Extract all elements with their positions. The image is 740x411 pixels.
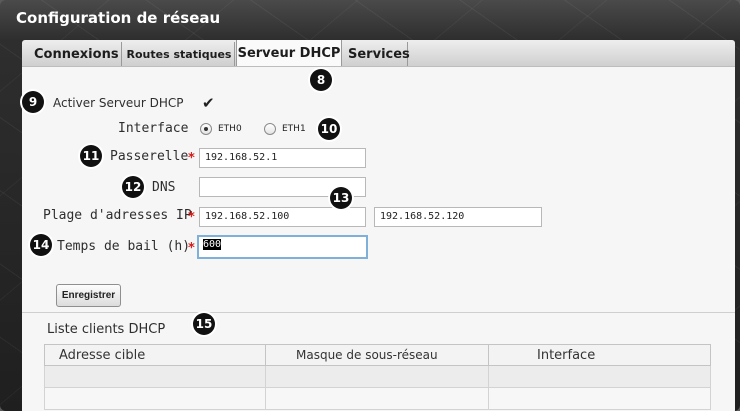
- table-cell: [488, 387, 711, 410]
- column-interface[interactable]: Interface: [488, 344, 711, 366]
- table-cell: [265, 387, 489, 410]
- enable-dhcp-label: Activer Serveur DHCP: [53, 96, 184, 110]
- tab-connexions[interactable]: Connexions: [26, 42, 122, 66]
- table-cell: [44, 387, 266, 410]
- window-title: Configuration de réseau: [16, 9, 221, 27]
- dns-label: DNS: [152, 180, 176, 195]
- lease-required-mark: *: [188, 241, 195, 256]
- ip-range-start-input[interactable]: 192.168.52.100: [199, 207, 366, 227]
- lease-time-label: Temps de bail (h): [57, 239, 191, 254]
- ip-range-label: Plage d'adresses IP: [43, 208, 192, 223]
- lease-time-value: 600: [203, 239, 222, 250]
- callout-badge-8: 8: [310, 69, 332, 91]
- gateway-input[interactable]: 192.168.52.1: [199, 148, 366, 168]
- ip-range-end-input[interactable]: 192.168.52.120: [374, 207, 542, 227]
- table-cell: [488, 365, 711, 388]
- eth1-radio[interactable]: [264, 123, 276, 135]
- table-row[interactable]: [44, 365, 711, 388]
- callout-badge-11: 11: [80, 145, 102, 167]
- save-button[interactable]: Enregistrer: [56, 284, 121, 307]
- interface-label: Interface: [118, 121, 189, 136]
- tab-routes-statiques[interactable]: Routes statiques: [124, 42, 235, 66]
- gateway-required-mark: *: [188, 151, 195, 166]
- callout-badge-14: 14: [30, 234, 52, 256]
- eth0-radio[interactable]: [200, 123, 212, 135]
- tab-services[interactable]: Services: [342, 42, 410, 66]
- dhcp-clients-table: Adresse cible Masque de sous-réseau Inte…: [44, 344, 711, 410]
- table-cell: [44, 365, 266, 388]
- enable-dhcp-checkbox[interactable]: ✔: [202, 96, 216, 111]
- dhcp-clients-title: Liste clients DHCP: [47, 322, 166, 337]
- callout-badge-10: 10: [318, 118, 340, 140]
- table-row[interactable]: [44, 387, 711, 410]
- gateway-label: Passerelle: [110, 149, 189, 164]
- section-divider: [22, 312, 735, 313]
- column-subnet-mask[interactable]: Masque de sous-réseau: [265, 344, 489, 366]
- table-header-row: Adresse cible Masque de sous-réseau Inte…: [44, 344, 711, 366]
- callout-badge-12: 12: [122, 176, 144, 198]
- callout-badge-13: 13: [330, 187, 352, 209]
- column-target-address[interactable]: Adresse cible: [44, 344, 266, 366]
- callout-badge-15: 15: [193, 313, 215, 335]
- lease-time-input[interactable]: 600: [197, 235, 368, 259]
- network-config-window: Configuration de réseau Connexions Route…: [0, 0, 740, 411]
- callout-badge-9: 9: [22, 91, 44, 113]
- table-cell: [265, 365, 489, 388]
- tab-serveur-dhcp[interactable]: Serveur DHCP: [236, 40, 342, 67]
- ip-range-required-mark: *: [188, 210, 195, 225]
- eth0-label: ETH0: [218, 124, 242, 134]
- eth1-label: ETH1: [282, 124, 306, 134]
